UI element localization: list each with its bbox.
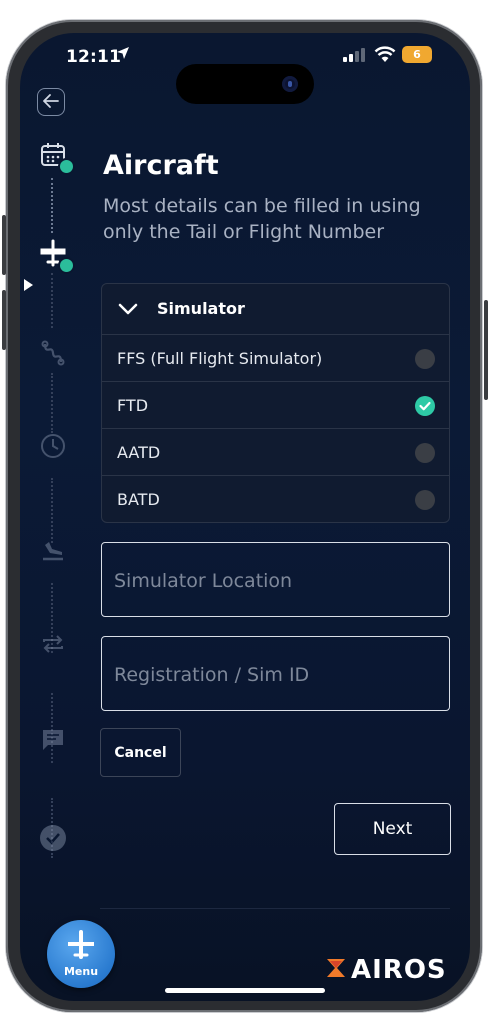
step-complete-check-icon (58, 257, 75, 274)
menu-label: Menu (63, 965, 99, 978)
rail-divider (51, 178, 55, 233)
radio-unselected[interactable] (415, 490, 435, 510)
simulator-option-ftd[interactable]: FTD (102, 381, 449, 429)
comment-icon[interactable] (38, 725, 68, 755)
power-button (484, 300, 488, 400)
option-label: FTD (117, 396, 149, 415)
cancel-button[interactable]: Cancel (100, 728, 181, 777)
battery-indicator: 6 (402, 46, 432, 63)
simulator-location-input[interactable] (112, 543, 436, 618)
simulator-option-batd[interactable]: BATD (102, 475, 449, 523)
rail-divider (51, 273, 55, 328)
landing-icon[interactable] (38, 535, 68, 565)
arrow-left-icon (43, 93, 59, 112)
next-button[interactable]: Next (334, 803, 451, 855)
check-circle-icon[interactable] (38, 823, 68, 853)
option-label: FFS (Full Flight Simulator) (117, 349, 323, 368)
camera-icon (282, 76, 298, 92)
simulator-label: Simulator (157, 299, 245, 318)
dynamic-island (176, 64, 314, 104)
brand-name: AIROS (351, 955, 447, 985)
wifi-icon (374, 45, 396, 63)
app-screen: 12:11 6 Aircraft Most details can be fil… (20, 33, 470, 1001)
status-time: 12:11 (66, 47, 122, 67)
simulator-toggle[interactable]: Simulator (102, 284, 449, 334)
rail-divider (51, 373, 55, 433)
radio-unselected[interactable] (415, 349, 435, 369)
status-bar: 12:11 6 (20, 33, 470, 104)
simulator-location-field[interactable] (101, 542, 450, 618)
page-title: Aircraft (103, 150, 219, 181)
airos-logo: AIROS (325, 955, 447, 985)
radio-unselected[interactable] (415, 443, 435, 463)
simulator-option-ffs[interactable]: FFS (Full Flight Simulator) (102, 334, 449, 382)
menu-button[interactable]: Menu (47, 920, 115, 988)
back-button[interactable] (37, 88, 65, 116)
simulator-panel: Simulator FFS (Full Flight Simulator) FT… (101, 283, 450, 523)
clock-icon[interactable] (38, 431, 68, 461)
step-complete-check-icon (58, 158, 75, 175)
battery-level: 6 (413, 48, 421, 61)
option-label: AATD (117, 443, 161, 462)
repeat-icon[interactable] (38, 629, 68, 659)
current-step-pointer (24, 279, 33, 291)
registration-field[interactable] (101, 636, 450, 712)
location-arrow-icon (116, 46, 130, 64)
home-indicator[interactable] (165, 988, 325, 993)
registration-input[interactable] (112, 637, 436, 712)
volume-up-button (2, 215, 6, 275)
option-label: BATD (117, 490, 160, 509)
route-icon[interactable] (38, 338, 68, 368)
simulator-option-aatd[interactable]: AATD (102, 428, 449, 476)
rail-divider (51, 478, 55, 543)
signal-icon (343, 48, 365, 62)
airos-mark-icon (325, 957, 347, 983)
footer-divider (100, 908, 450, 909)
airplane-icon (66, 930, 96, 964)
radio-selected-check-icon[interactable] (415, 396, 435, 416)
volume-down-button (2, 290, 6, 350)
chevron-down-icon (118, 301, 138, 320)
page-subtitle: Most details can be filled in using only… (103, 195, 421, 243)
